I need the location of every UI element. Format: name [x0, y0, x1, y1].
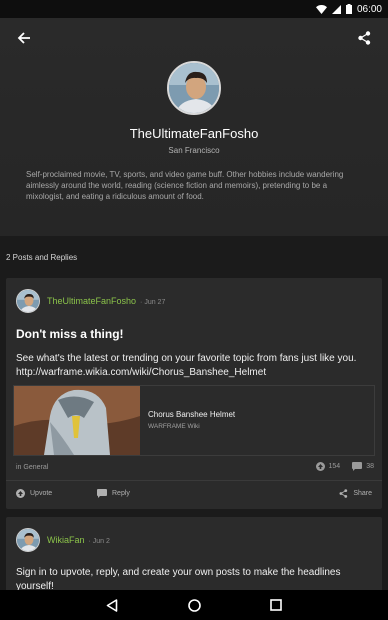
share-button[interactable]	[352, 26, 376, 50]
link-info: Chorus Banshee Helmet WARFRAME Wiki	[140, 386, 235, 455]
comment-bubble-icon	[97, 489, 107, 498]
signal-icon	[331, 4, 341, 14]
share-icon	[339, 489, 348, 498]
post-stats: 154 38	[315, 462, 374, 471]
upvote-label: Upvote	[30, 490, 53, 497]
upvote-button[interactable]: Upvote	[16, 489, 52, 498]
post-title: Don't miss a thing!	[16, 327, 124, 341]
clock: 06:00	[356, 3, 382, 15]
comment-bubble-icon	[352, 462, 363, 471]
link-thumbnail	[14, 386, 140, 455]
arrow-left-icon	[17, 32, 30, 44]
nav-home-button[interactable]	[184, 595, 204, 615]
status-bar: 06:00	[0, 0, 388, 18]
post-date: · Jun 27	[140, 299, 166, 306]
reply-button[interactable]: Reply	[97, 489, 130, 498]
upvote-circle-icon	[16, 489, 25, 498]
post-date: · Jun 2	[88, 538, 110, 545]
post-category[interactable]: in General	[16, 464, 48, 471]
avatar[interactable]	[16, 289, 40, 313]
home-circle-icon	[187, 598, 201, 612]
profile-bio: Self-proclaimed movie, TV, sports, and v…	[26, 170, 344, 201]
wifi-icon	[315, 4, 327, 14]
reply-label: Reply	[112, 490, 130, 497]
recents-square-icon	[270, 599, 282, 611]
posts-count-label: 2 Posts and Replies	[6, 253, 78, 262]
profile-avatar	[167, 61, 221, 115]
link-preview[interactable]: Chorus Banshee Helmet WARFRAME Wiki	[13, 385, 375, 456]
upvote-circle-icon	[315, 462, 325, 471]
post-author[interactable]: WikiaFan · Jun 2	[47, 535, 110, 545]
share-label: Share	[353, 490, 372, 497]
back-button[interactable]	[12, 26, 36, 50]
system-nav-bar	[0, 590, 388, 620]
divider	[6, 480, 382, 481]
upvote-count: 154	[315, 462, 341, 471]
share-post-button[interactable]: Share	[339, 489, 372, 498]
profile-username: TheUltimateFanFosho	[129, 126, 259, 141]
app-screen: 06:00 TheUltimateFanFosho San Francisco …	[0, 0, 388, 620]
post-author-name: WikiaFan	[47, 535, 85, 545]
reply-count-value: 38	[366, 463, 374, 470]
upvote-count-value: 154	[328, 463, 341, 470]
post-author-name: TheUltimateFanFosho	[47, 296, 137, 306]
reply-count: 38	[352, 462, 374, 471]
post-author[interactable]: TheUltimateFanFosho · Jun 27	[47, 296, 165, 306]
nav-recents-button[interactable]	[266, 595, 286, 615]
post-actions: Upvote Reply Share	[6, 487, 382, 503]
share-icon	[357, 31, 370, 45]
post-body: See what's the latest or trending on you…	[16, 353, 357, 378]
nav-back-button[interactable]	[102, 595, 122, 615]
link-title: Chorus Banshee Helmet	[148, 410, 236, 419]
post-card[interactable]: TheUltimateFanFosho · Jun 27 Don't miss a…	[6, 278, 382, 509]
link-site: WARFRAME Wiki	[148, 423, 200, 430]
profile-location: San Francisco	[168, 146, 220, 155]
profile-header: TheUltimateFanFosho San Francisco Self-p…	[0, 18, 388, 236]
battery-icon	[345, 4, 352, 14]
avatar[interactable]	[16, 528, 40, 552]
back-triangle-icon	[106, 598, 118, 612]
